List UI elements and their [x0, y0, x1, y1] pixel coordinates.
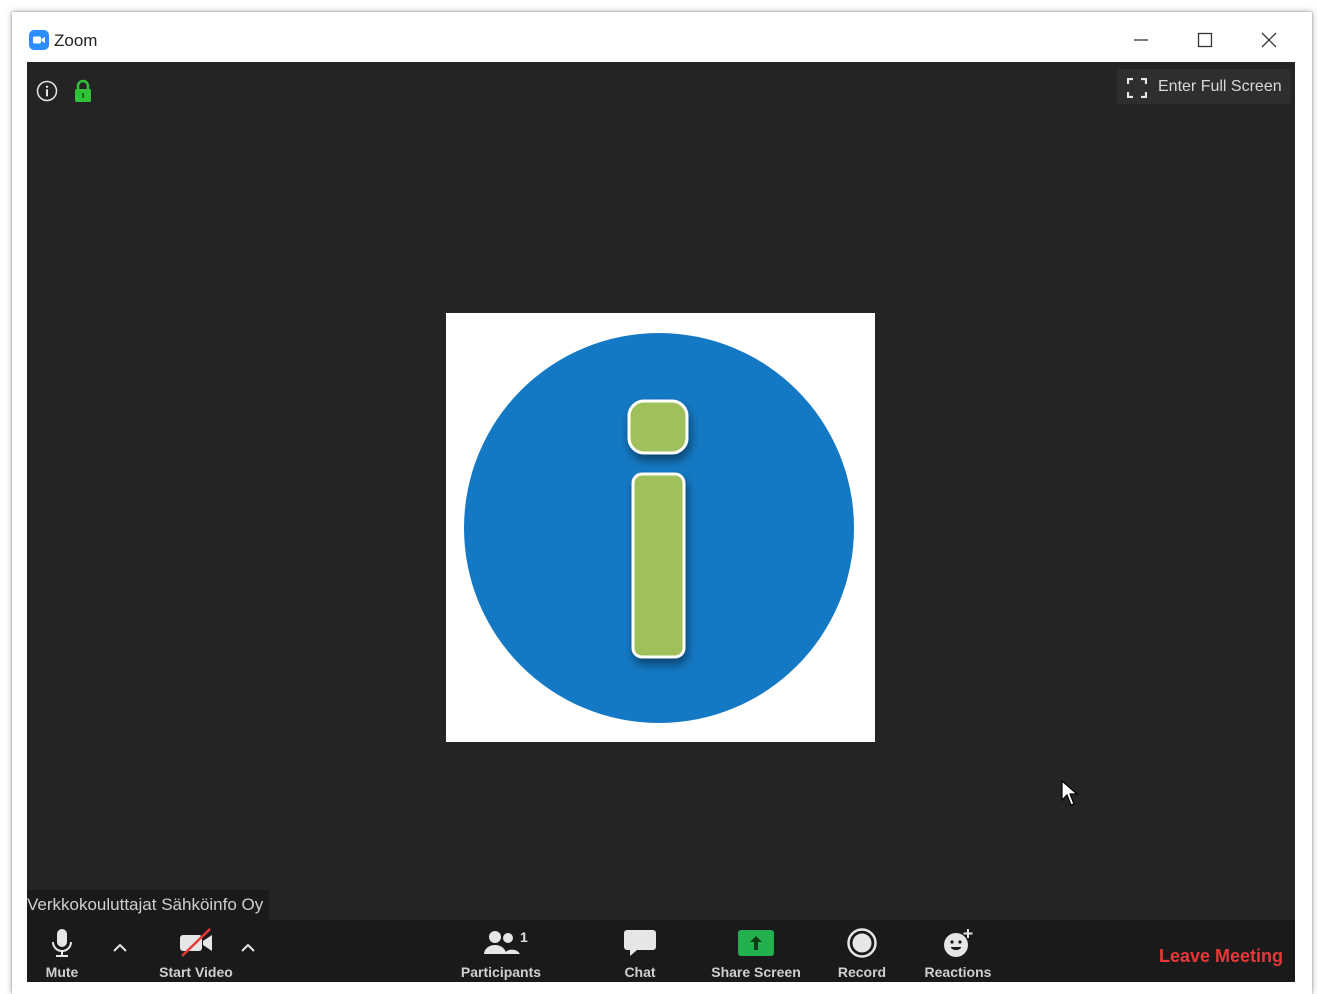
encryption-lock-icon[interactable] — [74, 79, 92, 103]
title-bar: Zoom — [12, 12, 1312, 62]
mouse-cursor-icon — [1061, 780, 1079, 806]
zoom-window: Zoom Enter Full Screen Verkkokouluttajat… — [12, 12, 1312, 994]
minimize-icon[interactable] — [1126, 26, 1156, 54]
participant-name-tag: Verkkokouluttajat Sähköinfo Oy — [27, 890, 270, 920]
fullscreen-label: Enter Full Screen — [1158, 78, 1282, 95]
share-screen-icon — [738, 930, 774, 956]
mute-button[interactable]: Mute — [41, 920, 83, 982]
maximize-icon[interactable] — [1190, 26, 1220, 54]
enter-fullscreen-button[interactable]: Enter Full Screen — [1117, 69, 1291, 104]
window-title: Zoom — [54, 31, 98, 50]
fullscreen-icon — [1127, 78, 1147, 98]
record-label: Record — [837, 964, 887, 980]
audio-options-chevron-up-icon[interactable] — [110, 940, 130, 956]
chat-bubble-icon — [624, 930, 656, 956]
reactions-label: Reactions — [924, 964, 992, 980]
participants-label: Participants — [460, 964, 542, 980]
share-screen-button[interactable]: Share Screen — [700, 920, 812, 982]
zoom-logo-icon — [29, 30, 49, 50]
meeting-toolbar: Mute Start Video Participants 1 Chat Sha… — [27, 920, 1295, 982]
start-video-label: Start Video — [159, 964, 233, 980]
share-screen-label: Share Screen — [711, 964, 801, 980]
leave-meeting-button[interactable]: Leave Meeting — [1159, 946, 1283, 967]
participants-button[interactable]: Participants — [445, 920, 557, 982]
chat-label: Chat — [624, 964, 656, 980]
meeting-info-icon[interactable] — [36, 80, 58, 102]
microphone-icon — [52, 929, 72, 957]
reactions-emoji-icon — [944, 929, 973, 957]
participants-icon — [484, 931, 520, 954]
record-icon — [847, 928, 877, 958]
record-button[interactable]: Record — [827, 920, 897, 982]
reactions-button[interactable]: Reactions — [913, 920, 1003, 982]
meeting-video-area: Enter Full Screen Verkkokouluttajat Sähk… — [27, 62, 1295, 920]
info-avatar-image — [464, 333, 854, 723]
participants-count-badge: 1 — [520, 929, 528, 945]
close-icon[interactable] — [1254, 26, 1284, 54]
mute-label: Mute — [45, 964, 79, 980]
video-off-icon — [180, 928, 212, 957]
video-options-chevron-up-icon[interactable] — [238, 940, 258, 956]
chat-button[interactable]: Chat — [610, 920, 670, 982]
participant-video-tile[interactable] — [446, 313, 875, 742]
